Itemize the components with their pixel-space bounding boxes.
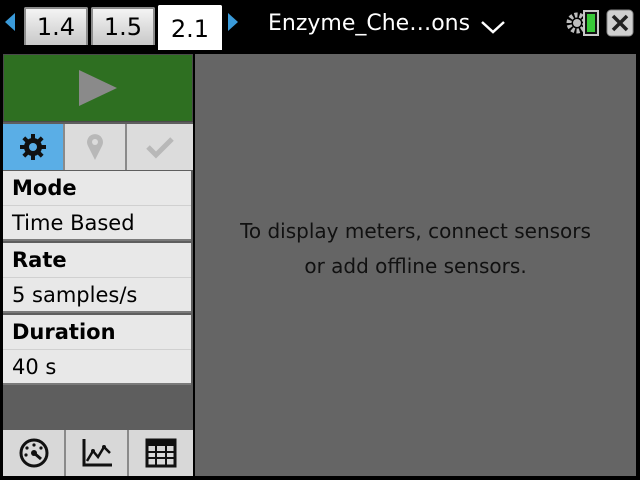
divider — [3, 205, 191, 206]
previous-page-arrow-icon[interactable] — [5, 13, 15, 31]
document-title[interactable]: Enzyme_Che…ons — [268, 11, 470, 36]
mode-value: Time Based — [12, 211, 135, 235]
play-icon — [79, 70, 117, 106]
meter-view-icon — [19, 438, 48, 468]
marker-pin-icon — [87, 134, 103, 160]
duration-label: Duration — [12, 320, 116, 344]
left-panel: Mode Time Based Rate 5 samples/s Duratio… — [3, 54, 193, 476]
view-selector — [3, 430, 193, 476]
collection-settings-button[interactable] — [3, 124, 65, 170]
divider — [3, 349, 191, 350]
meter-display-area: To display meters, connect sensors or ad… — [195, 54, 636, 476]
empty-state-message: To display meters, connect sensors or ad… — [195, 214, 636, 284]
mode-setting[interactable]: Mode Time Based — [3, 171, 191, 241]
battery-icon — [583, 10, 599, 36]
tab-page-2-1[interactable]: 2.1 — [158, 5, 222, 50]
duration-setting[interactable]: Duration 40 s — [3, 315, 191, 385]
message-line-2: or add offline sensors. — [304, 254, 527, 278]
keep-data-button[interactable] — [127, 124, 193, 170]
top-bar: 1.4 1.5 2.1 Enzyme_Che…ons — [0, 0, 640, 50]
message-line-1: To display meters, connect sensors — [240, 219, 591, 243]
rate-setting[interactable]: Rate 5 samples/s — [3, 243, 191, 313]
chevron-down-icon[interactable] — [480, 20, 506, 34]
table-view-icon — [145, 438, 176, 468]
rate-label: Rate — [12, 248, 67, 272]
mode-label: Mode — [12, 176, 77, 200]
gear-icon — [20, 134, 46, 160]
next-page-arrow-icon[interactable] — [228, 13, 238, 31]
tool-row — [3, 124, 193, 170]
graph-view-icon — [82, 439, 112, 467]
close-icon[interactable] — [606, 9, 634, 37]
tab-label: 1.5 — [103, 13, 143, 41]
rate-value: 5 samples/s — [12, 283, 138, 307]
tab-page-1-5[interactable]: 1.5 — [91, 7, 155, 45]
meter-view-button[interactable] — [3, 430, 66, 476]
tab-label: 2.1 — [170, 14, 210, 43]
tab-label: 1.4 — [36, 13, 76, 41]
check-icon — [146, 137, 174, 159]
mark-data-button[interactable] — [65, 124, 127, 170]
divider — [3, 277, 191, 278]
tab-page-1-4[interactable]: 1.4 — [24, 7, 88, 45]
table-view-button[interactable] — [129, 430, 192, 476]
graph-view-button[interactable] — [66, 430, 129, 476]
duration-value: 40 s — [12, 355, 57, 379]
start-collection-button[interactable] — [3, 54, 193, 122]
